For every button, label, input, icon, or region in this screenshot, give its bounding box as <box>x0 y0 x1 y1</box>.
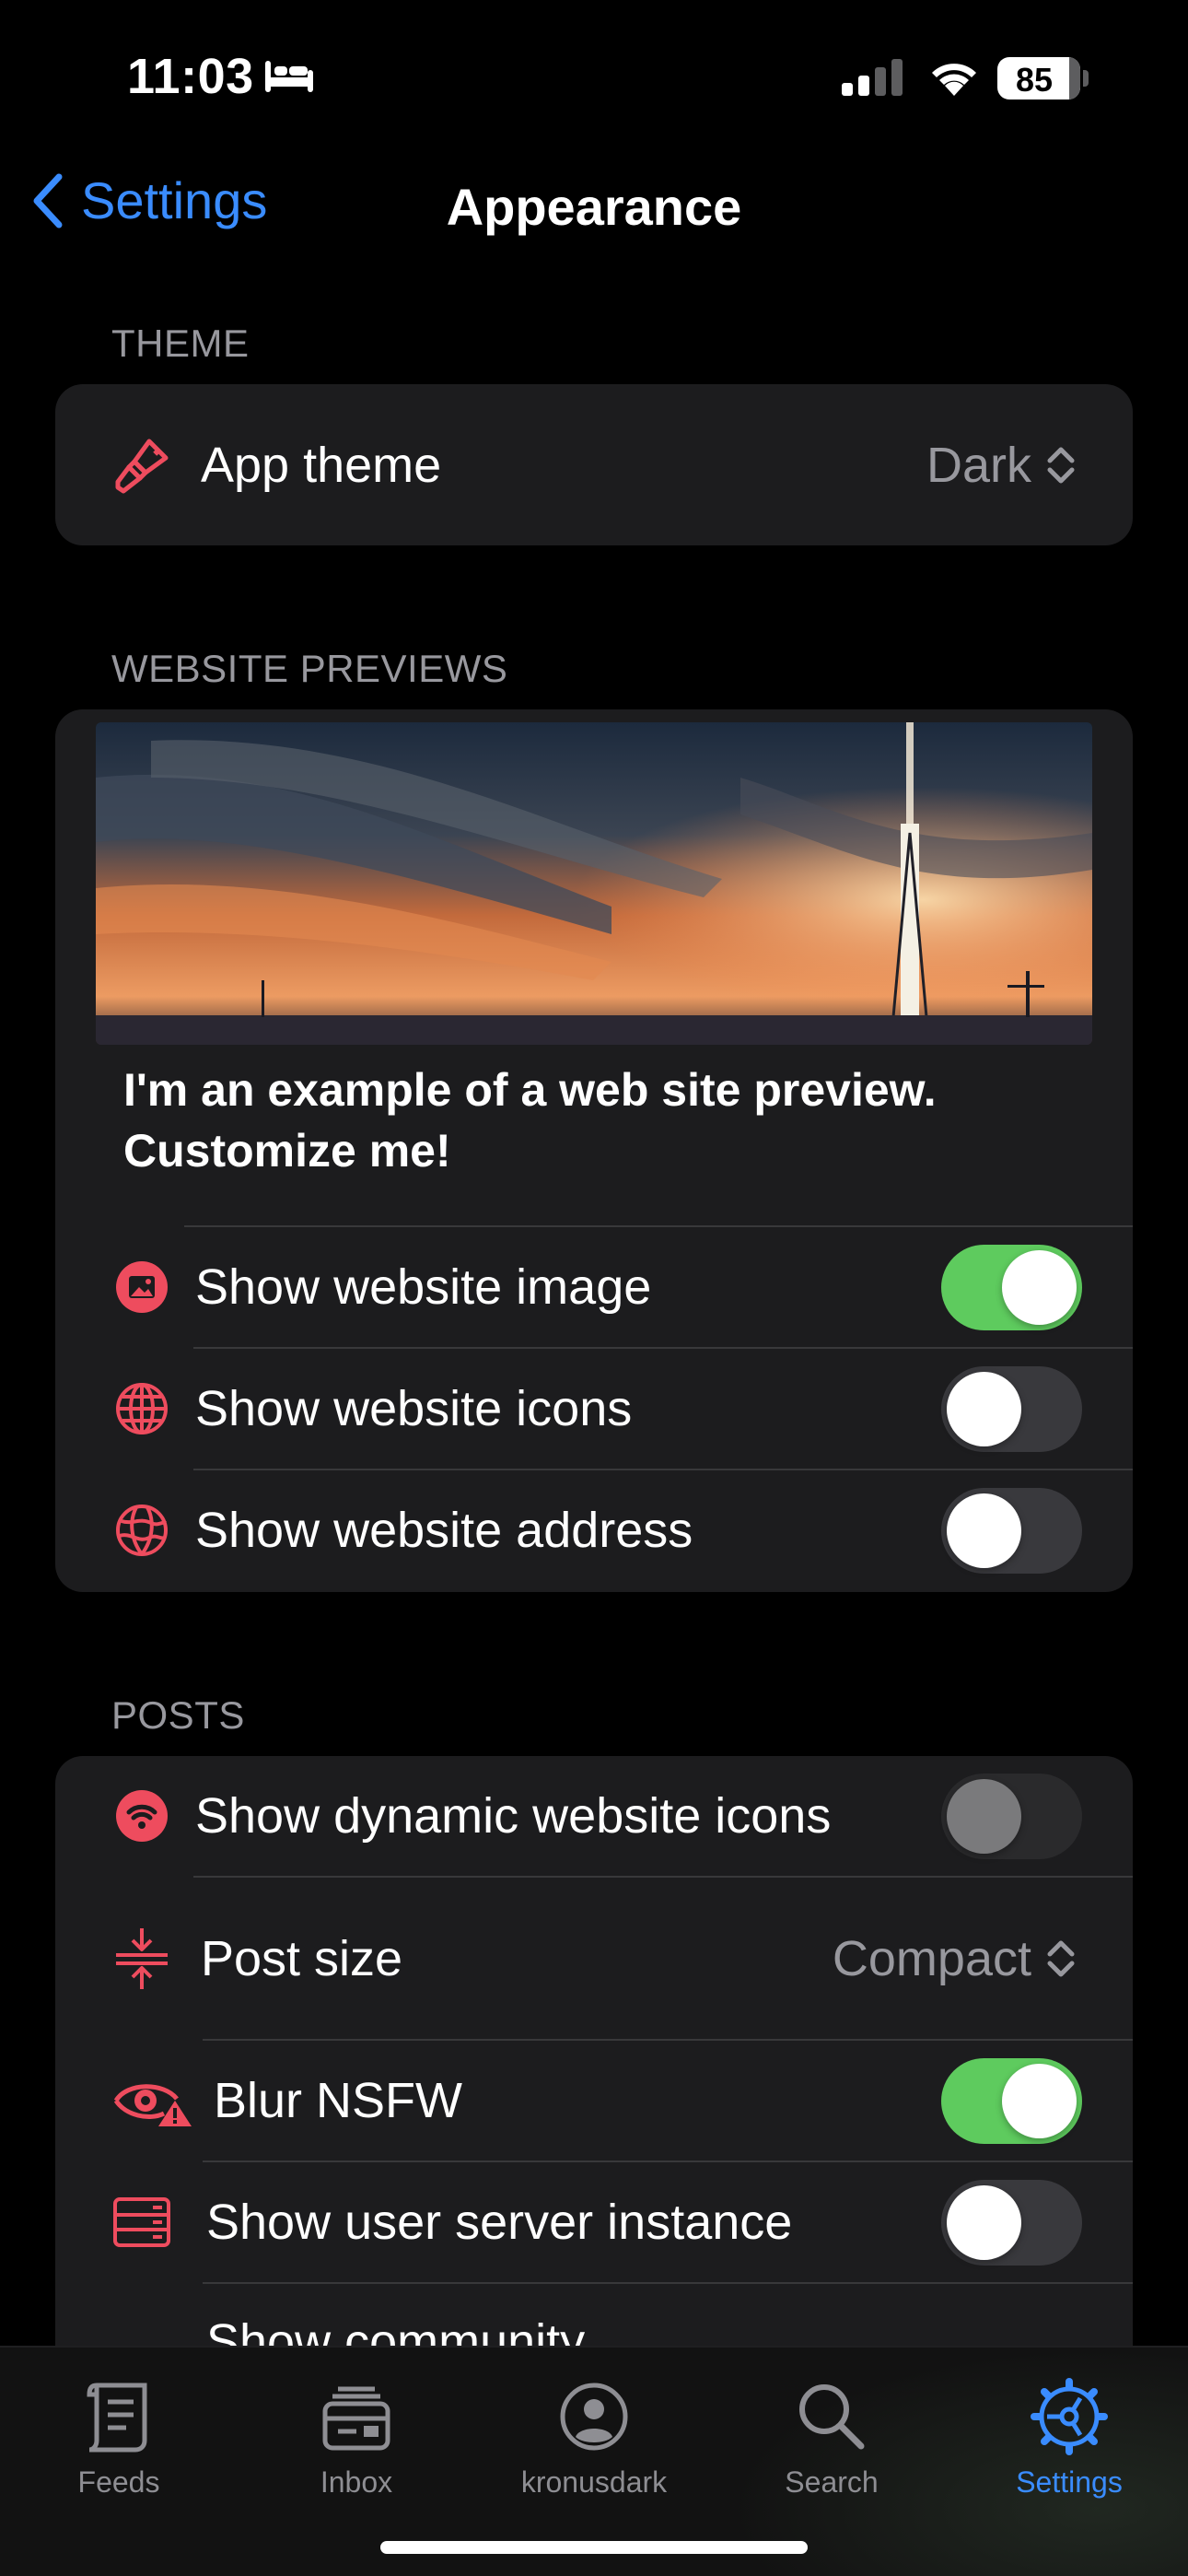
tab-feeds[interactable]: Feeds <box>0 2366 238 2500</box>
cellular-signal-icon <box>842 59 903 96</box>
sleep-focus-icon <box>265 61 313 92</box>
show-website-icons-toggle[interactable] <box>941 1365 1082 1452</box>
tab-search[interactable]: Search <box>713 2366 950 2500</box>
wifi-icon <box>932 64 976 96</box>
show-website-address-label: Show website address <box>195 1503 693 1558</box>
eye-warning-icon <box>112 2071 195 2130</box>
tab-settings-label: Settings <box>1016 2465 1123 2499</box>
network-globe-icon <box>112 1501 171 1560</box>
search-icon <box>713 2366 950 2467</box>
blur-nsfw-label: Blur NSFW <box>214 2073 462 2128</box>
tab-search-label: Search <box>785 2465 879 2499</box>
theme-section-header: THEME <box>111 322 250 365</box>
app-theme-picker[interactable]: Dark <box>926 437 1077 494</box>
battery-indicator: 85 <box>997 57 1080 100</box>
tab-feeds-label: Feeds <box>77 2465 160 2499</box>
blur-nsfw-toggle[interactable] <box>941 2057 1082 2144</box>
show-website-image-toggle[interactable] <box>941 1244 1082 1330</box>
tab-profile[interactable]: kronusdark <box>475 2366 713 2500</box>
tab-settings[interactable]: Settings <box>950 2366 1188 2500</box>
show-website-icons-label: Show website icons <box>195 1381 633 1436</box>
arrows-compress-icon <box>112 1927 171 1989</box>
blur-nsfw-row: Blur NSFW <box>55 2041 1133 2160</box>
status-time: 11:03 <box>127 49 254 104</box>
paintbrush-icon <box>112 436 171 495</box>
theme-card: App theme Dark <box>55 384 1133 545</box>
post-size-row[interactable]: Post size Compact <box>55 1878 1133 2039</box>
tab-inbox-label: Inbox <box>320 2465 393 2499</box>
post-size-label: Post size <box>201 1930 403 1986</box>
app-theme-row[interactable]: App theme Dark <box>55 384 1133 545</box>
dynamic-website-icons-row: Show dynamic website icons <box>55 1756 1133 1876</box>
chevron-up-down-icon <box>1047 447 1075 483</box>
home-indicator[interactable] <box>380 2541 808 2554</box>
dynamic-website-icons-label: Show dynamic website icons <box>195 1788 832 1844</box>
page-title: Appearance <box>446 178 742 236</box>
globe-icon <box>112 1379 171 1438</box>
wifi-circle-icon <box>112 1786 171 1845</box>
show-website-address-toggle[interactable] <box>941 1487 1082 1574</box>
app-theme-label: App theme <box>201 437 442 493</box>
post-size-value: Compact <box>832 1930 1031 1986</box>
user-server-instance-row: Show user server instance <box>55 2162 1133 2282</box>
photo-icon <box>112 1258 171 1317</box>
posts-card: Show dynamic website icons Post size Com… <box>55 1756 1133 2419</box>
website-previews-card: I'm an example of a web site preview. Cu… <box>55 709 1133 1592</box>
tab-inbox[interactable]: Inbox <box>238 2366 475 2500</box>
website-preview-title: I'm an example of a web site preview. Cu… <box>123 1064 937 1177</box>
show-website-image-row: Show website image <box>55 1227 1133 1347</box>
app-theme-value: Dark <box>926 437 1031 493</box>
feeds-icon <box>0 2366 238 2467</box>
show-website-icons-row: Show website icons <box>55 1349 1133 1469</box>
posts-section-header: POSTS <box>111 1693 245 1737</box>
chevron-up-down-icon <box>1047 1940 1075 1976</box>
server-rack-icon <box>112 2193 171 2252</box>
user-server-instance-label: Show user server instance <box>206 2195 793 2250</box>
user-server-instance-toggle[interactable] <box>941 2179 1082 2266</box>
dynamic-website-icons-toggle[interactable] <box>941 1773 1082 1859</box>
battery-level: 85 <box>1015 61 1054 99</box>
settings-icon <box>950 2366 1188 2467</box>
profile-icon <box>475 2366 713 2467</box>
post-size-picker[interactable]: Compact <box>833 1930 1077 1987</box>
show-website-address-row: Show website address <box>55 1470 1133 1590</box>
status-bar: 11:03 85 <box>0 0 1188 161</box>
show-website-image-label: Show website image <box>195 1259 652 1315</box>
tab-profile-label: kronusdark <box>520 2465 668 2499</box>
inbox-icon <box>238 2366 475 2467</box>
website-preview-image <box>96 722 1092 1045</box>
website-previews-section-header: WEBSITE PREVIEWS <box>111 647 508 690</box>
